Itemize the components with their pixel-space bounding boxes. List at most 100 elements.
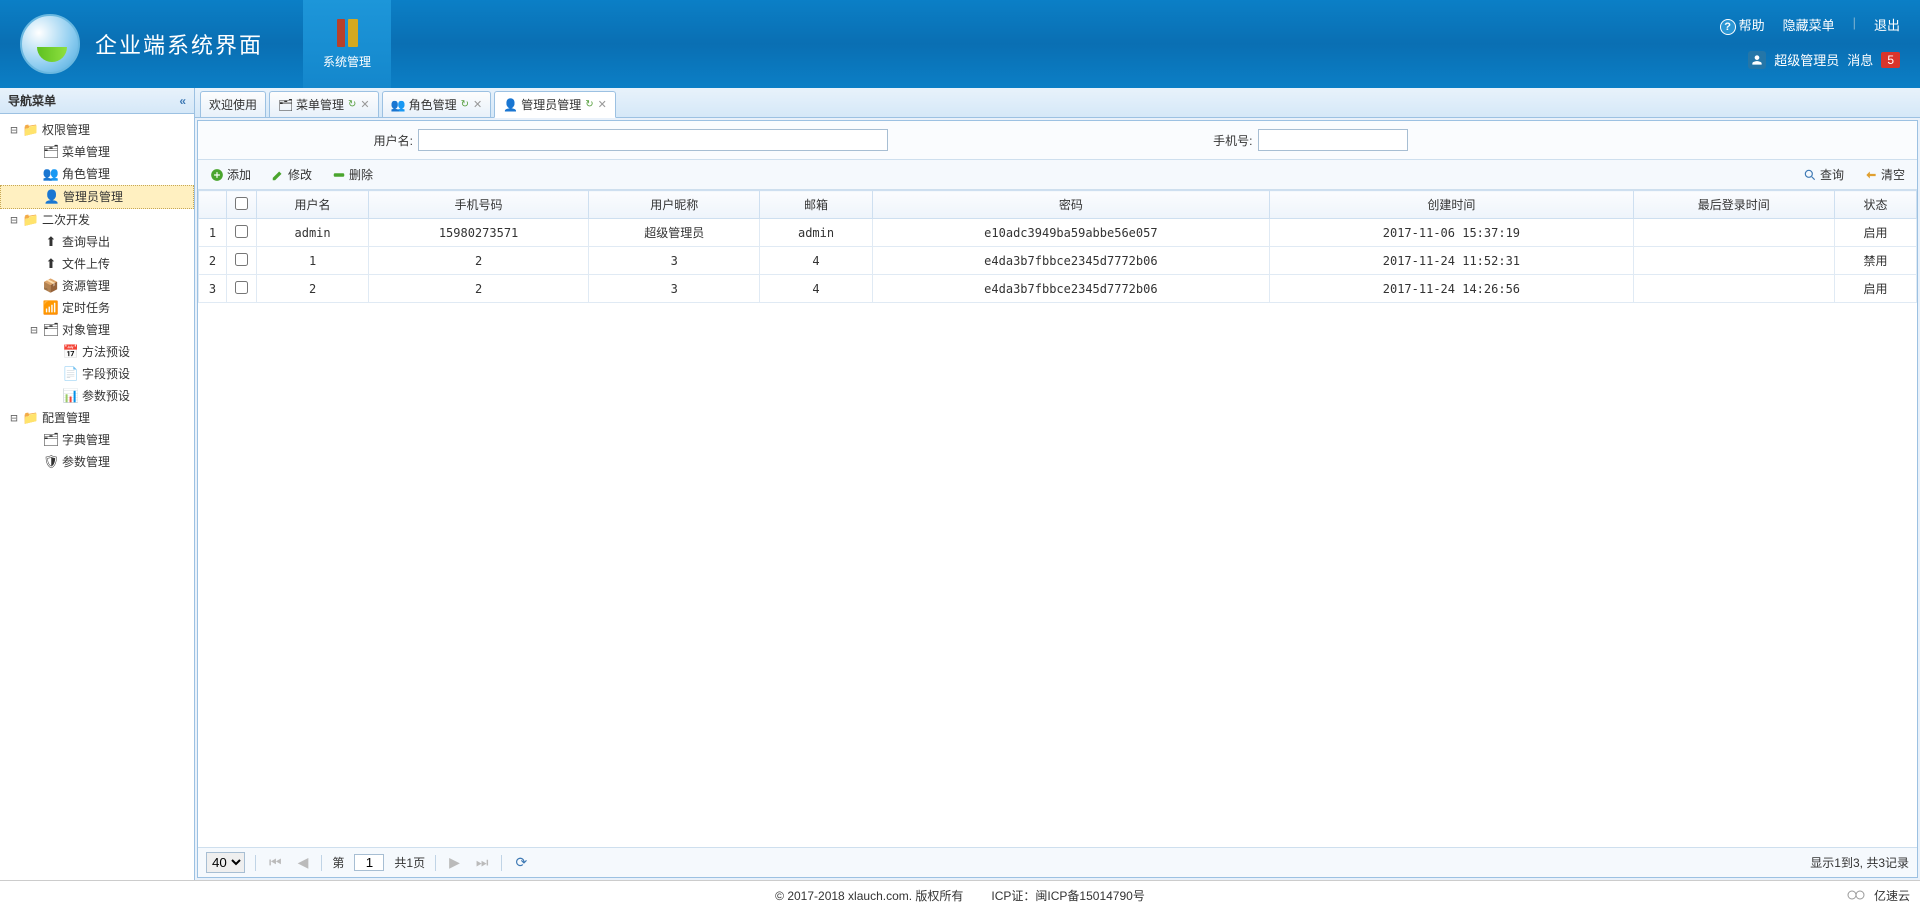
folder-icon: 📁 [23, 410, 39, 426]
close-icon[interactable]: ✕ [598, 98, 607, 111]
row-checkbox[interactable] [235, 281, 248, 294]
column-header[interactable]: 手机号码 [369, 191, 589, 219]
table-cell: 4 [760, 247, 872, 275]
query-button[interactable]: 查询 [1799, 164, 1848, 185]
page-input[interactable] [354, 854, 384, 871]
tree-group[interactable]: ⊟📁二次开发 [0, 209, 194, 231]
tree-item[interactable]: 🗂菜单管理 [0, 141, 194, 163]
column-header[interactable]: 密码 [872, 191, 1270, 219]
table-cell: 3 [588, 247, 759, 275]
column-header[interactable]: 用户名 [257, 191, 369, 219]
separator [501, 855, 502, 871]
table-cell: 4 [760, 275, 872, 303]
tab[interactable]: 👤管理员管理↻✕ [494, 91, 616, 118]
column-header[interactable]: 用户昵称 [588, 191, 759, 219]
column-header[interactable]: 创建时间 [1270, 191, 1633, 219]
checkbox-header [227, 191, 257, 219]
refresh-icon[interactable]: ↻ [461, 99, 469, 110]
tree-label: 角色管理 [62, 165, 110, 183]
sidebar-title: 导航菜单 [8, 92, 56, 109]
messages-link[interactable]: 消息 [1847, 50, 1873, 69]
row-number: 1 [199, 219, 227, 247]
tree-item[interactable]: ⊟🗂对象管理 [0, 319, 194, 341]
collapse-icon[interactable]: ⊟ [8, 409, 20, 427]
refresh-button[interactable]: ⟳ [512, 854, 530, 871]
tree-item[interactable]: ⬆文件上传 [0, 253, 194, 275]
table-cell: 2017-11-24 14:26:56 [1270, 275, 1633, 303]
tab-label: 欢迎使用 [209, 96, 257, 113]
last-page-button[interactable]: ⏭ [473, 854, 492, 871]
tree-item[interactable]: 📊参数预设 [0, 385, 194, 407]
tree-item[interactable]: 🛡参数管理 [0, 451, 194, 473]
separator [321, 855, 322, 871]
delete-button[interactable]: 删除 [328, 164, 377, 185]
top-menu-system[interactable]: 系统管理 [303, 0, 391, 88]
clear-icon [1864, 168, 1878, 182]
clear-button[interactable]: 清空 [1860, 164, 1909, 185]
footer-brand[interactable]: 亿速云 [1845, 887, 1910, 904]
toggle-icon[interactable]: ⊟ [28, 321, 40, 339]
tab-label: 角色管理 [409, 96, 457, 113]
username-input[interactable] [418, 129, 888, 151]
row-checkbox[interactable] [235, 225, 248, 238]
tree-item[interactable]: 🗂字典管理 [0, 429, 194, 451]
cloud-icon [1845, 888, 1869, 904]
tree-item[interactable]: 👥角色管理 [0, 163, 194, 185]
user-role[interactable]: 超级管理员 [1774, 50, 1839, 69]
column-header[interactable]: 最后登录时间 [1633, 191, 1834, 219]
table-cell: 2 [369, 247, 589, 275]
tree-item[interactable]: 📅方法预设 [0, 341, 194, 363]
table-cell: admin [257, 219, 369, 247]
sidebar: 导航菜单 « ⊟📁权限管理🗂菜单管理👥角色管理👤管理员管理⊟📁二次开发⬆查询导出… [0, 88, 195, 880]
separator [435, 855, 436, 871]
tree-item[interactable]: 📦资源管理 [0, 275, 194, 297]
sidebar-title-bar: 导航菜单 « [0, 88, 194, 114]
collapse-icon[interactable]: ⊟ [8, 211, 20, 229]
edit-button[interactable]: 修改 [267, 164, 316, 185]
table-row[interactable]: 21234e4da3b7fbbce2345d7772b062017-11-24 … [199, 247, 1917, 275]
tab[interactable]: 🗂菜单管理↻✕ [269, 91, 379, 117]
column-header[interactable]: 邮箱 [760, 191, 872, 219]
table-row[interactable]: 32234e4da3b7fbbce2345d7772b062017-11-24 … [199, 275, 1917, 303]
tree-item[interactable]: ⬆查询导出 [0, 231, 194, 253]
tree-group[interactable]: ⊟📁配置管理 [0, 407, 194, 429]
tree-label: 字典管理 [62, 431, 110, 449]
top-menu: 系统管理 [303, 0, 391, 88]
table-row[interactable]: 1admin15980273571超级管理员admine10adc3949ba5… [199, 219, 1917, 247]
copyright: © 2017-2018 xlauch.com. 版权所有 [775, 887, 963, 904]
tree-item[interactable]: 📄字段预设 [0, 363, 194, 385]
phone-input[interactable] [1258, 129, 1408, 151]
table-body: 1admin15980273571超级管理员admine10adc3949ba5… [199, 219, 1917, 303]
table-cell [1633, 275, 1834, 303]
tree-label: 菜单管理 [62, 143, 110, 161]
collapse-icon[interactable]: ⊟ [8, 121, 20, 139]
add-button[interactable]: 添加 [206, 164, 255, 185]
row-number: 2 [199, 247, 227, 275]
collapse-icon[interactable]: « [179, 94, 186, 108]
close-icon[interactable]: ✕ [360, 98, 369, 111]
folder-icon: 📁 [23, 212, 39, 228]
prev-page-button[interactable]: ◀ [295, 854, 312, 871]
tree-group[interactable]: ⊟📁权限管理 [0, 119, 194, 141]
item-icon: 👥 [43, 166, 59, 182]
refresh-icon[interactable]: ↻ [585, 99, 593, 110]
tree-item[interactable]: 👤管理员管理 [0, 185, 194, 209]
page-size-select[interactable]: 40 [206, 852, 245, 873]
tab[interactable]: 欢迎使用 [200, 91, 266, 117]
next-page-button[interactable]: ▶ [446, 854, 463, 871]
minus-icon [332, 168, 346, 182]
column-header[interactable]: 状态 [1834, 191, 1916, 219]
first-page-button[interactable]: ⏮ [266, 854, 285, 871]
hide-menu-link[interactable]: 隐藏菜单 [1783, 15, 1835, 35]
select-all-checkbox[interactable] [235, 197, 248, 210]
tab[interactable]: 👥角色管理↻✕ [382, 91, 492, 117]
close-icon[interactable]: ✕ [473, 98, 482, 111]
row-checkbox[interactable] [235, 253, 248, 266]
tree-item[interactable]: 📶定时任务 [0, 297, 194, 319]
help-link[interactable]: ?帮助 [1720, 15, 1765, 35]
tree-label: 参数预设 [82, 387, 130, 405]
logout-link[interactable]: 退出 [1874, 15, 1900, 35]
refresh-icon[interactable]: ↻ [348, 99, 356, 110]
messages-badge[interactable]: 5 [1881, 52, 1900, 68]
tree-label: 文件上传 [62, 255, 110, 273]
